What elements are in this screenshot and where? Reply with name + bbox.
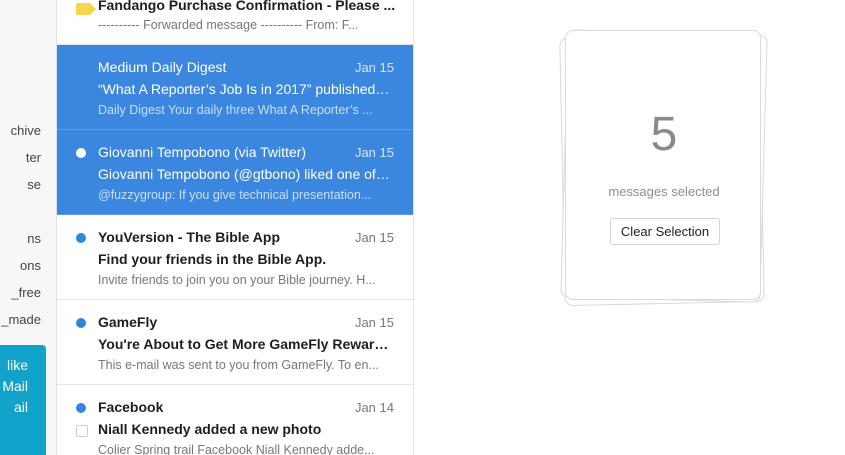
message-sender: Fandango Purchase Confirmation - Please … xyxy=(98,0,396,13)
message-sender: Medium Daily Digest xyxy=(98,59,227,75)
message-date: Jan 15 xyxy=(354,230,394,245)
selection-card-stack: 5 messages selected Clear Selection xyxy=(558,28,773,308)
sidebar-item-label: _free xyxy=(11,285,41,300)
sidebar: chive ter se ns ons _free _made like Mai… xyxy=(0,0,57,455)
message-preview: This e-mail was sent to you from GameFly… xyxy=(98,358,379,372)
message-row[interactable]: GameFly Jan 15 You're About to Get More … xyxy=(57,300,413,385)
message-preview: Colier Spring trail Facebook Niall Kenne… xyxy=(98,443,375,455)
message-date: Jan 15 xyxy=(354,315,394,330)
message-row[interactable]: Medium Daily Digest Jan 15 “What A Repor… xyxy=(57,45,413,130)
message-preview: @fuzzygroup: If you give technical prese… xyxy=(98,188,372,202)
sidebar-item-label: chive xyxy=(10,123,41,138)
message-preview: ---------- Forwarded message ---------- … xyxy=(98,18,359,32)
unread-dot-icon[interactable] xyxy=(76,403,86,413)
tag-icon xyxy=(76,3,96,15)
message-subject: You're About to Get More GameFly Rewards… xyxy=(98,336,390,352)
selected-label: messages selected xyxy=(608,184,720,199)
unread-dot-icon[interactable] xyxy=(76,233,86,243)
selected-count: 5 xyxy=(650,108,678,161)
sidebar-item-label: ons xyxy=(20,258,41,273)
message-preview: Daily Digest Your daily three What A Rep… xyxy=(98,103,373,117)
message-subject: “What A Reporter’s Job Is in 2017” publi… xyxy=(98,81,390,97)
message-sender: Giovanni Tempobono (via Twitter) xyxy=(98,144,307,160)
tag-outline-icon[interactable] xyxy=(76,425,88,437)
promo-line: ail xyxy=(13,399,28,415)
promo-banner[interactable]: like Mail ail xyxy=(0,345,46,455)
message-sender: GameFly xyxy=(98,314,158,330)
unread-dot-icon[interactable] xyxy=(76,318,86,328)
sidebar-item-label: ns xyxy=(27,231,41,246)
clear-selection-button[interactable]: Clear Selection xyxy=(610,218,720,245)
message-date: Jan 15 xyxy=(354,145,394,160)
message-row[interactable]: Facebook Jan 14 Niall Kennedy added a ne… xyxy=(57,385,413,455)
message-preview: Invite friends to join you on your Bible… xyxy=(98,273,376,287)
promo-line: like xyxy=(6,357,28,373)
message-subject: Niall Kennedy added a new photo xyxy=(98,421,322,437)
sidebar-item-label: _made xyxy=(1,312,41,327)
message-date: Jan 14 xyxy=(354,400,394,415)
message-row[interactable]: Giovanni Tempobono (via Twitter) Jan 15 … xyxy=(57,130,413,215)
message-list: Fandango Purchase Confirmation - Please … xyxy=(57,0,414,455)
message-row[interactable]: Fandango Purchase Confirmation - Please … xyxy=(57,0,413,45)
sidebar-item-label: se xyxy=(27,177,41,192)
message-sender: YouVersion - The Bible App xyxy=(98,229,281,245)
promo-line: Mail xyxy=(2,378,28,394)
message-sender: Facebook xyxy=(98,399,164,415)
message-subject: Find your friends in the Bible App. xyxy=(98,251,327,267)
unread-dot-icon[interactable] xyxy=(76,148,86,158)
message-date: Jan 15 xyxy=(354,60,394,75)
sidebar-item-label: ter xyxy=(25,150,41,165)
selection-card: 5 messages selected Clear Selection xyxy=(565,30,761,300)
message-subject: Giovanni Tempobono (@gtbono) liked one o… xyxy=(98,166,390,182)
message-row[interactable]: YouVersion - The Bible App Jan 15 Find y… xyxy=(57,215,413,300)
